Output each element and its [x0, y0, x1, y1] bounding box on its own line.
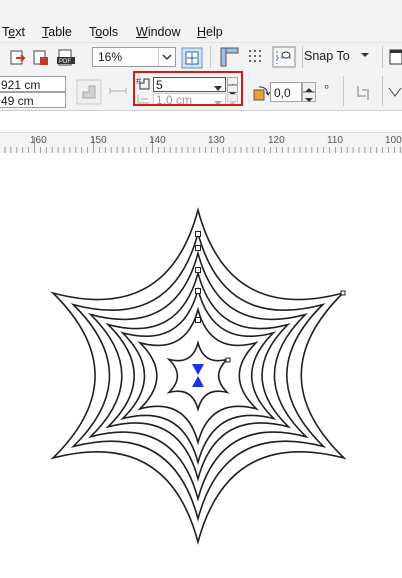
- snap-to-label: Snap To: [304, 49, 350, 63]
- toolbar-separator: [210, 46, 211, 68]
- contour-node-handle: [195, 267, 201, 273]
- menu-tools[interactable]: Tools: [89, 24, 118, 40]
- toolbar-separator: [382, 76, 383, 106]
- full-screen-icon[interactable]: [181, 47, 203, 69]
- clear-contour-icon[interactable]: [388, 84, 402, 102]
- angle-field[interactable]: 0,0: [270, 82, 302, 102]
- copy-properties-icon[interactable]: [352, 82, 374, 104]
- toolbar-separator: [382, 46, 383, 68]
- outer-star-shape: [50, 206, 347, 546]
- guidelines-icon[interactable]: [272, 46, 296, 68]
- contour-node-handle: [195, 317, 201, 323]
- contour-step-shape: [166, 339, 230, 413]
- menu-window[interactable]: Window: [136, 24, 180, 40]
- toolbar-separator: [343, 76, 344, 106]
- rotate-icon: [253, 86, 271, 101]
- menu-text[interactable]: Text: [2, 24, 25, 40]
- contour-node-handle: [195, 245, 201, 251]
- zoom-level-combo[interactable]: 16%: [92, 47, 176, 67]
- menu-help[interactable]: Help: [197, 24, 223, 40]
- contour-step-shape: [105, 269, 292, 483]
- angle-unit-label: °: [324, 82, 330, 97]
- horizontal-ruler[interactable]: 160 150 140 130 120 110 100: [0, 132, 402, 154]
- contour-step-shape: [137, 306, 260, 446]
- ruler-label: 150: [90, 135, 107, 146]
- chevron-down-icon: [361, 53, 370, 57]
- grid-icon[interactable]: [245, 46, 267, 68]
- object-width-field[interactable]: 921 cm: [0, 76, 66, 92]
- contour-node-handle: [195, 288, 201, 294]
- svg-text:PDF: PDF: [59, 59, 71, 65]
- ruler-label: 140: [149, 135, 166, 146]
- snap-to-dropdown[interactable]: Snap To: [304, 49, 371, 63]
- highlight-box: [133, 71, 243, 106]
- ruler-label: 120: [268, 135, 285, 146]
- ruler-label: 110: [327, 135, 343, 146]
- contour-to-center-icon[interactable]: [76, 79, 102, 105]
- zoom-level-value: 16%: [98, 50, 123, 64]
- contour-group: [50, 206, 347, 546]
- export-icon[interactable]: [8, 48, 28, 68]
- contour-star-drawing[interactable]: [0, 153, 402, 578]
- ruler-label: 160: [30, 135, 47, 146]
- pdf-icon[interactable]: PDF: [56, 48, 78, 68]
- object-height-field[interactable]: 49 cm: [0, 92, 66, 108]
- contour-node-handle: [225, 357, 231, 363]
- drawing-canvas[interactable]: [0, 153, 402, 578]
- menu-table[interactable]: Table: [42, 24, 72, 40]
- contour-center-marker: [192, 364, 204, 387]
- contour-node-handle: [340, 290, 346, 296]
- toolbar-separator: [302, 46, 303, 68]
- angle-spin-up[interactable]: [302, 82, 316, 92]
- ruler-label: 100: [385, 135, 402, 146]
- rulers-icon[interactable]: [218, 46, 240, 68]
- publish-icon[interactable]: [31, 48, 51, 68]
- contour-node-handle: [195, 231, 201, 237]
- contour-step-shape: [119, 286, 277, 466]
- ruler-label: 130: [208, 135, 225, 146]
- menu-bar: Text Table Tools Window Help: [0, 0, 402, 42]
- angle-spin-down[interactable]: [302, 92, 316, 102]
- chevron-down-icon[interactable]: [158, 48, 175, 66]
- contour-inside-icon[interactable]: [108, 86, 128, 96]
- options-icon[interactable]: [388, 47, 402, 67]
